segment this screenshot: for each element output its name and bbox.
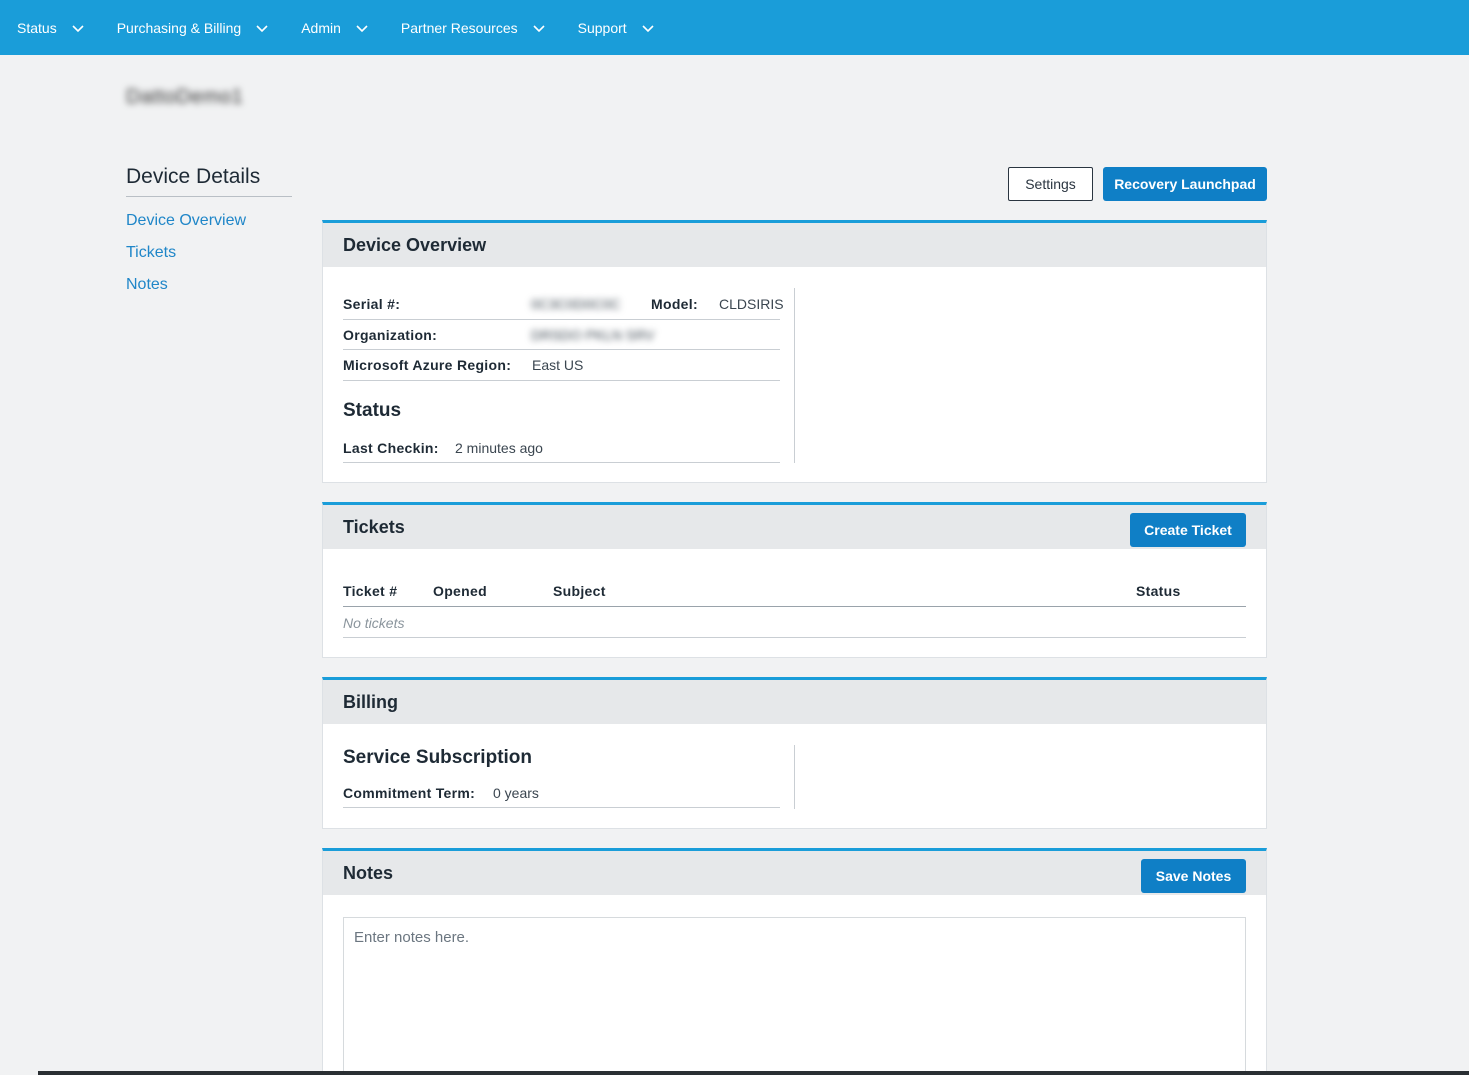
organization-label: Organization: [343,327,438,343]
nav-admin[interactable]: Admin [301,20,369,36]
no-tickets-text: No tickets [343,615,405,631]
divider [343,462,780,463]
notes-panel: Notes Save Notes Enter notes here. [322,848,1267,1075]
commitment-term-label: Commitment Term: [343,785,476,801]
column-header-ticket-number[interactable]: Ticket # [343,583,397,599]
status-heading: Status [343,400,402,421]
commitment-term-value: 0 years [493,785,539,801]
nav-support-label: Support [577,19,627,36]
nav-partner-resources-label: Partner Resources [400,19,518,36]
create-ticket-button[interactable]: Create Ticket [1130,513,1246,547]
divider [343,349,780,350]
organization-value: DRSDO PKLN SRV [531,327,655,343]
tickets-header: Tickets Create Ticket [323,505,1266,549]
billing-title: Billing [323,680,1266,724]
chevron-down-icon [256,24,268,32]
nav-purchasing-billing-label: Purchasing & Billing [116,19,242,36]
nav-purchasing-billing[interactable]: Purchasing & Billing [117,20,270,36]
device-overview-title: Device Overview [323,223,1266,267]
serial-value: 0C3C0D0C0C [531,296,621,312]
column-header-subject[interactable]: Subject [553,583,606,599]
device-name-title: DattoDemo1 [126,86,244,108]
sidebar-title: Device Details [126,165,292,197]
billing-panel: Billing Service Subscription Commitment … [322,677,1267,829]
column-divider [794,288,795,463]
window-bottom-edge [38,1071,1469,1075]
top-nav: Status Purchasing & Billing Admin Partne… [0,0,1469,55]
notes-title: Notes [343,862,394,883]
model-value: CLDSIRIS [719,296,784,312]
tickets-title: Tickets [343,516,405,537]
divider [343,637,1246,638]
save-notes-button[interactable]: Save Notes [1141,859,1246,893]
divider [343,807,780,808]
nav-admin-label: Admin [301,19,341,36]
divider [343,380,780,381]
column-header-opened[interactable]: Opened [433,583,487,599]
tickets-panel: Tickets Create Ticket Ticket # Opened Su… [322,502,1267,658]
device-overview-panel: Device Overview Serial #: 0C3C0D0C0C Mod… [322,220,1267,483]
sidebar-link-notes[interactable]: Notes [126,276,168,294]
chevron-down-icon [533,24,545,32]
model-label: Model: [651,296,698,312]
chevron-down-icon [642,24,654,32]
divider [343,319,780,320]
chevron-down-icon [356,24,368,32]
nav-status[interactable]: Status [17,20,85,36]
notes-header: Notes Save Notes [323,851,1266,895]
last-checkin-value: 2 minutes ago [455,440,543,456]
serial-label: Serial #: [343,296,401,312]
last-checkin-label: Last Checkin: [343,440,439,456]
nav-support[interactable]: Support [578,20,655,36]
nav-partner-resources[interactable]: Partner Resources [401,20,546,36]
chevron-down-icon [72,24,84,32]
column-header-status[interactable]: Status [1136,583,1181,599]
notes-textarea[interactable]: Enter notes here. [343,917,1246,1075]
settings-button[interactable]: Settings [1008,167,1093,201]
nav-status-label: Status [17,19,57,36]
service-subscription-heading: Service Subscription [343,747,533,768]
column-divider [794,745,795,809]
sidebar-link-tickets[interactable]: Tickets [126,244,176,262]
sidebar-link-device-overview[interactable]: Device Overview [126,212,246,230]
azure-region-value: East US [532,357,584,373]
table-header-divider [343,606,1246,607]
recovery-launchpad-button[interactable]: Recovery Launchpad [1103,167,1267,201]
azure-region-label: Microsoft Azure Region: [343,357,512,373]
